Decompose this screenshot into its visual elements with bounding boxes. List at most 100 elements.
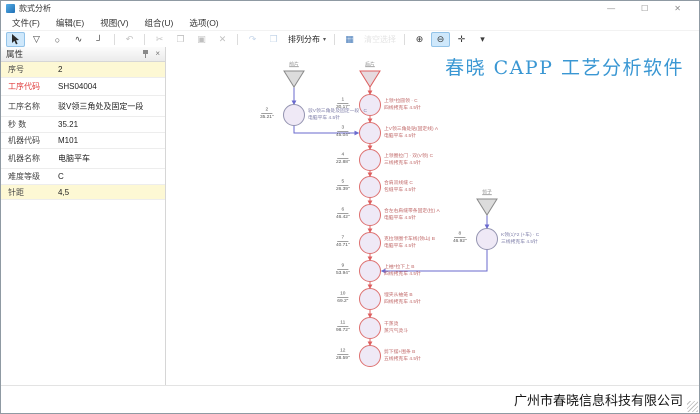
process-node-9[interactable] <box>360 261 381 282</box>
app-icon <box>6 4 15 13</box>
toolbar-separator <box>404 34 405 45</box>
source-front-piece[interactable] <box>284 71 304 87</box>
property-label: 序号 <box>1 64 58 75</box>
property-row: 针距4,5 <box>1 185 165 200</box>
toolbar-separator <box>144 34 145 45</box>
node-description: 剪下摆+围条 B五线拷克车 4.5针 <box>384 349 421 364</box>
diagram-canvas[interactable]: 前片后片领子130.17"上领*拉圆领 · C四线拷克车 4.5针235.21"… <box>166 47 699 385</box>
undo-button[interactable]: ↶ <box>120 32 139 47</box>
paste-button[interactable]: ▣ <box>192 32 211 47</box>
process-node-10[interactable] <box>360 289 381 310</box>
property-label: 难度等级 <box>1 171 58 182</box>
node-index-seconds: 235.21" <box>256 107 278 121</box>
property-label: 机器代码 <box>1 135 58 146</box>
marquee-select-icon: ▦ <box>345 34 354 45</box>
property-value[interactable]: 2 <box>58 65 62 74</box>
node-description: 埋夹从袖笼 B四线拷克车 4.5针 <box>384 292 421 307</box>
resize-grip[interactable] <box>687 401 698 412</box>
properties-panel-title: 属性 <box>6 48 23 60</box>
close-button[interactable]: ✕ <box>661 3 694 15</box>
cut-button[interactable]: ✂ <box>150 32 169 47</box>
flip-button[interactable]: ❒ <box>264 32 283 47</box>
node-index-seconds: 740.71" <box>332 235 354 249</box>
ellipse-tool-button[interactable]: ○ <box>48 32 67 47</box>
source-back-piece[interactable] <box>360 71 380 87</box>
property-row: 秒 数35.21 <box>1 117 165 133</box>
property-grid: 序号2工序代码SHS04004工序名称驳V领三角处及固定一段秒 数35.21机器… <box>1 62 165 200</box>
source-label: 前片 <box>283 60 305 67</box>
node-index-seconds: 1198.72" <box>332 320 354 334</box>
menu-view[interactable]: 视图(V) <box>92 17 136 29</box>
node-description: 合左右肩缝带条固定(拉) A电脑平车 4.5针 <box>384 208 440 223</box>
undo-icon: ↶ <box>126 34 134 45</box>
node-description: 合肩双线缝 C包缝平车 4.5针 <box>384 180 416 195</box>
property-value[interactable]: 电脑平车 <box>58 153 90 164</box>
process-node-12[interactable] <box>360 346 381 367</box>
property-value[interactable]: 4,5 <box>58 188 69 197</box>
main-content: 属性 × 序号2工序代码SHS04004工序名称驳V领三角处及固定一段秒 数35… <box>1 47 699 385</box>
property-value[interactable]: M101 <box>58 136 78 145</box>
process-node-2[interactable] <box>284 105 305 126</box>
property-value[interactable]: 35.21 <box>58 120 78 129</box>
node-description: 上领圈拉门 · 双(V领) C三线拷克车 4.5针 <box>384 153 433 168</box>
property-row: 序号2 <box>1 62 165 78</box>
property-row: 机器代码M101 <box>1 133 165 149</box>
process-node-6[interactable] <box>360 205 381 226</box>
process-node-8[interactable] <box>477 229 498 250</box>
property-value[interactable]: C <box>58 172 64 181</box>
process-node-7[interactable] <box>360 233 381 254</box>
property-value[interactable]: 驳V领三角处及固定一段 <box>58 101 143 112</box>
copy-button[interactable]: ❐ <box>171 32 190 47</box>
flip-icon: ❒ <box>269 34 277 45</box>
menu-options[interactable]: 选项(O) <box>181 17 226 29</box>
process-node-11[interactable] <box>360 318 381 339</box>
maximize-button[interactable]: ☐ <box>628 3 661 15</box>
pan-button[interactable]: ✛ <box>452 32 471 47</box>
app-watermark-title: 春晓 CAPP 工艺分析软件 <box>445 53 684 80</box>
node-description: 上袖*拉下上 B四线拷克车 4.5针 <box>384 264 421 279</box>
property-label: 秒 数 <box>1 119 58 130</box>
corner-line-icon: ┘ <box>96 35 102 45</box>
toolbar-overflow-button[interactable]: ▾ <box>473 32 492 47</box>
chevron-down-icon: ▾ <box>480 34 485 45</box>
process-node-3[interactable] <box>360 123 381 144</box>
delete-icon: ✕ <box>219 34 227 45</box>
chevron-down-icon: ▾ <box>323 36 326 43</box>
window-title: 款式分析 <box>19 3 51 14</box>
circle-icon: ○ <box>55 35 60 45</box>
property-label: 机器名称 <box>1 153 58 164</box>
zoom-out-button[interactable]: ⊖ <box>431 32 450 47</box>
redo-button[interactable]: ↷ <box>243 32 262 47</box>
property-row: 工序名称驳V领三角处及固定一段 <box>1 96 165 117</box>
clear-selection-button[interactable]: 清空选择 <box>361 32 399 47</box>
panel-close-icon[interactable]: × <box>155 50 160 58</box>
property-row: 机器名称电脑平车 <box>1 149 165 169</box>
curve-tool-button[interactable]: ∿ <box>69 32 88 47</box>
select-tool-button[interactable] <box>6 32 25 47</box>
menu-edit[interactable]: 编辑(E) <box>48 17 92 29</box>
process-node-4[interactable] <box>360 150 381 171</box>
polyline-tool-button[interactable]: ┘ <box>90 32 109 47</box>
app-window: 款式分析 —☐✕ 文件(F)编辑(E)视图(V)组合(U)选项(O) ▽○∿┘↶… <box>0 0 700 414</box>
window-controls: —☐✕ <box>594 3 694 15</box>
property-label: 工序名称 <box>1 101 58 112</box>
node-index-seconds: 345.04" <box>332 125 354 139</box>
source-collar[interactable] <box>477 199 497 215</box>
node-description: 克拉领圈卡车线(领山) B电脑平车 4.5针 <box>384 236 435 251</box>
process-node-5[interactable] <box>360 177 381 198</box>
menu-combine[interactable]: 组合(U) <box>137 17 182 29</box>
node-description: 上领*拉圆领 · C四线拷克车 4.5针 <box>384 98 421 113</box>
source-label: 后片 <box>359 60 381 67</box>
minimize-button[interactable]: — <box>594 3 628 15</box>
property-value[interactable]: SHS04004 <box>58 82 97 91</box>
triangle-tool-button[interactable]: ▽ <box>27 32 46 47</box>
pin-icon[interactable] <box>142 50 149 58</box>
property-row: 工序代码SHS04004 <box>1 78 165 96</box>
arrange-button[interactable]: 排列分布▾ <box>285 32 329 47</box>
zoom-in-button[interactable]: ⊕ <box>410 32 429 47</box>
multi-select-button[interactable]: ▦ <box>340 32 359 47</box>
menu-file[interactable]: 文件(F) <box>4 17 48 29</box>
delete-button[interactable]: ✕ <box>213 32 232 47</box>
node-index-seconds: 1228.59" <box>332 348 354 362</box>
node-index-seconds: 646.42" <box>332 207 354 221</box>
